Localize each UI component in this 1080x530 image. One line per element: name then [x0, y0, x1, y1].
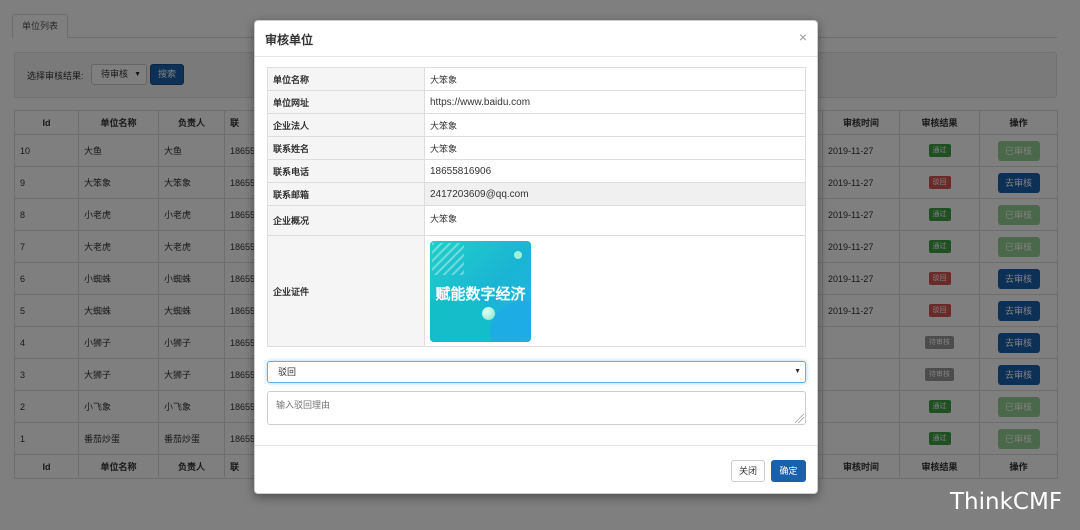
detail-key: 企业法人: [267, 113, 425, 137]
certificate-image-shape: [490, 300, 531, 342]
detail-value: 大笨象: [424, 113, 806, 137]
detail-value: 赋能数字经济: [424, 235, 806, 347]
watermark-text: ThinkCMF: [950, 489, 1063, 515]
detail-row: 企业概况 大笨象: [267, 205, 806, 236]
detail-key: 单位名称: [267, 67, 425, 91]
close-icon[interactable]: ×: [799, 29, 807, 45]
close-button[interactable]: 关闭: [731, 460, 765, 482]
detail-key: 企业概况: [267, 205, 425, 236]
detail-key: 联系姓名: [267, 136, 425, 160]
detail-row: 单位网址 https://www.baidu.com: [267, 90, 806, 114]
detail-value: 18655816906: [424, 159, 806, 183]
detail-row: 单位名称 大笨象: [267, 67, 806, 91]
certificate-image[interactable]: 赋能数字经济: [430, 240, 531, 342]
certificate-image-text: 赋能数字经济: [435, 284, 526, 303]
certificate-image-stripes: [432, 242, 464, 275]
certificate-image-dot: [482, 306, 495, 320]
detail-value: 2417203609@qq.com: [424, 182, 806, 206]
audit-result-select[interactable]: 驳回 ▼: [267, 361, 806, 383]
detail-row: 企业法人 大笨象: [267, 113, 806, 137]
confirm-button[interactable]: 确定: [771, 460, 806, 482]
detail-value: 大笨象: [424, 67, 806, 91]
detail-key: 企业证件: [267, 235, 425, 347]
detail-key: 单位网址: [267, 90, 425, 114]
modal-title: 审核单位: [265, 33, 314, 47]
detail-row: 联系邮箱 2417203609@qq.com: [267, 182, 806, 206]
detail-row: 企业证件 赋能数字经济: [267, 235, 806, 347]
certificate-image-dot: [514, 250, 522, 259]
caret-down-icon: ▼: [794, 368, 801, 375]
modal-header: 审核单位 ×: [255, 21, 817, 57]
resize-grip-icon[interactable]: [795, 414, 804, 423]
unit-detail-table: 单位名称 大笨象 单位网址 https://www.baidu.com 企业法人 大笨…: [267, 67, 806, 347]
detail-key: 联系电话: [267, 159, 425, 183]
detail-key: 联系邮箱: [267, 182, 425, 206]
detail-value: 大笨象: [424, 205, 806, 236]
detail-value: https://www.baidu.com: [424, 90, 806, 114]
detail-row: 联系电话 18655816906: [267, 159, 806, 183]
audit-result-value: 驳回: [278, 367, 297, 377]
audit-modal: 审核单位 × 单位名称 大笨象 单位网址 https://www.baidu.com…: [254, 20, 818, 494]
detail-row: 联系姓名 大笨象: [267, 136, 806, 160]
detail-value: 大笨象: [424, 136, 806, 160]
modal-footer: 关闭 确定: [255, 445, 817, 494]
reject-reason-textarea[interactable]: [267, 391, 806, 425]
